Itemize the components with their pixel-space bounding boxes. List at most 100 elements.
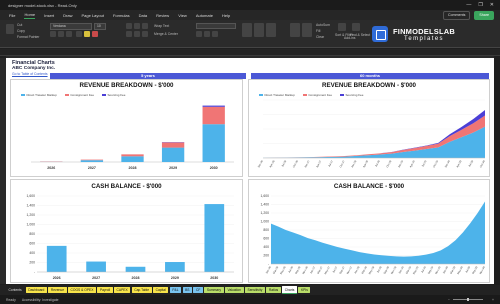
autosum-button[interactable]: AutoSum (316, 23, 330, 27)
y-tick-label: 1,200 (261, 211, 270, 215)
merge-center-button[interactable]: Merge & Center (154, 32, 178, 36)
paste-icon[interactable] (6, 24, 14, 34)
align-left-icon[interactable] (126, 31, 132, 37)
x-tick-label: Mar-29 (404, 265, 412, 275)
x-tick-label: Jan-27 (309, 265, 317, 274)
chart-revenue-monthly[interactable]: REVENUE BREAKDOWN - $'000 Direct Travele… (248, 79, 490, 177)
chart-revenue-yearly[interactable]: REVENUE BREAKDOWN - $'000 Direct Travele… (10, 79, 243, 177)
menu-draw[interactable]: Draw (63, 13, 72, 18)
menu-view[interactable]: View (178, 13, 187, 18)
accessibility-status[interactable]: Accessibility: Investigate (22, 298, 59, 302)
x-tick-label: Jan-30 (443, 159, 451, 168)
sheet-tab[interactable]: Charts (282, 286, 297, 294)
sheet-tab[interactable]: P&L (169, 286, 182, 294)
toc-link[interactable]: Go to Table of Contents (12, 72, 48, 76)
comments-button[interactable]: Comments (443, 10, 471, 20)
chart-cash-monthly[interactable]: CASH BALANCE - $'000 -200 400 600 800 1,000 1… (248, 179, 490, 283)
fill-button[interactable]: Fill (316, 29, 320, 33)
sheet-tab[interactable]: Valuation (225, 286, 244, 294)
bold-icon[interactable] (50, 31, 56, 37)
zoom-knob[interactable] (467, 297, 469, 302)
copy-button[interactable]: Copy (17, 29, 25, 33)
zoom-in-button[interactable]: + (492, 298, 494, 302)
worksheet[interactable]: Financial Charts ABC Company Inc. Go to … (6, 58, 494, 284)
maximize-button[interactable]: ❐ (478, 0, 482, 10)
add-ins-button[interactable]: Add-ins (344, 36, 356, 40)
number-format-select[interactable] (196, 23, 236, 29)
x-tick-label: May-29 (412, 265, 420, 275)
font-size-select[interactable]: 10 (94, 23, 106, 30)
align-bottom-icon[interactable] (142, 23, 148, 29)
align-center-icon[interactable] (134, 31, 140, 37)
format-table-icon[interactable] (254, 23, 264, 37)
sheet-tab[interactable]: Summary (204, 286, 224, 294)
sheet-tab[interactable]: CAPEX (114, 286, 131, 294)
font-name-select[interactable]: Verdana (50, 23, 92, 30)
x-tick-label: Sep-28 (382, 265, 390, 275)
sheet-tab[interactable]: COGS & OPEX (68, 286, 96, 294)
borders-icon[interactable] (76, 31, 82, 37)
sheet-tab[interactable]: Cap.Table (131, 286, 152, 294)
align-right-icon[interactable] (142, 31, 148, 37)
x-tick-label: 2027 (92, 276, 100, 280)
x-tick-label: Jan-26 (256, 159, 264, 168)
chart-svg: - 200 400 600 800 1,000 1,200 1,400 1,600 2026 202… (27, 194, 234, 280)
zoom-slider[interactable] (453, 297, 484, 302)
cell-styles-icon[interactable] (266, 23, 276, 37)
share-button[interactable]: Share (474, 10, 494, 20)
sheet-tab[interactable]: Capital (153, 286, 169, 294)
comma-icon[interactable] (212, 31, 218, 37)
menu-page-layout[interactable]: Page Layout (81, 13, 103, 18)
delete-cells-icon[interactable] (302, 23, 312, 37)
sheet-tab[interactable]: Ratios (266, 286, 281, 294)
x-tick-label: Apr-28 (362, 159, 370, 168)
menu-formulas[interactable]: Formulas (113, 13, 130, 18)
sheet-tab[interactable]: Contents (6, 287, 24, 293)
conditional-format-icon[interactable] (242, 23, 252, 37)
sheet-tab[interactable]: Sensitivity (245, 286, 265, 294)
format-painter-button[interactable]: Format Painter (17, 35, 39, 39)
x-tick-label: 2026 (47, 166, 55, 170)
menu-review[interactable]: Review (156, 13, 169, 18)
sheet-tab[interactable]: Dashboard (25, 286, 47, 294)
font-color-icon[interactable] (92, 31, 98, 37)
menu-home[interactable]: Home (24, 12, 36, 19)
bar-segment (121, 156, 144, 162)
menu-data[interactable]: Data (139, 13, 147, 18)
x-tick-label: May-26 (279, 265, 287, 275)
sheet-tab[interactable]: Revenue (48, 286, 67, 294)
zoom-out-button[interactable]: − (448, 298, 450, 302)
x-tick-label: Nov-29 (434, 265, 442, 275)
chart-svg: 2026 2027 2028 2029 2030 (31, 105, 234, 170)
wrap-text-button[interactable]: Wrap Text (154, 24, 169, 28)
align-top-icon[interactable] (126, 23, 132, 29)
menu-insert[interactable]: Insert (44, 13, 54, 18)
x-tick-label: May-30 (456, 265, 464, 275)
percent-icon[interactable] (204, 31, 210, 37)
close-button[interactable]: ✕ (490, 0, 494, 10)
x-tick-label: Jul-27 (331, 265, 338, 274)
fill-color-icon[interactable] (84, 31, 90, 37)
sheet-tab[interactable]: BS (182, 286, 192, 294)
currency-icon[interactable] (196, 31, 202, 37)
sheet-tab[interactable]: Payroll (97, 286, 113, 294)
sheet-tab[interactable]: CF (193, 286, 203, 294)
minimize-button[interactable]: — (466, 0, 471, 10)
x-tick-label: Mar-30 (449, 265, 457, 275)
italic-icon[interactable] (58, 31, 64, 37)
align-middle-icon[interactable] (134, 23, 140, 29)
chart-cash-yearly[interactable]: CASH BALANCE - $'000 -200 400 600 800 1,000 1… (10, 179, 243, 283)
menu-file[interactable]: File (9, 13, 15, 18)
menu-help[interactable]: Help (222, 13, 230, 18)
sheet-tab[interactable]: KPIs (298, 286, 311, 294)
formula-bar[interactable] (0, 49, 500, 56)
x-tick-label: Nov-27 (345, 265, 353, 275)
menu-automate[interactable]: Automate (196, 13, 213, 18)
insert-cells-icon[interactable] (290, 23, 300, 37)
y-tick-label: 1,000 (261, 220, 270, 224)
underline-icon[interactable] (66, 31, 72, 37)
cut-button[interactable]: Cut (17, 23, 22, 27)
clear-button[interactable]: Clear (316, 35, 324, 39)
y-tick-label: 600 (29, 242, 35, 246)
x-tick-label: 2027 (88, 166, 96, 170)
